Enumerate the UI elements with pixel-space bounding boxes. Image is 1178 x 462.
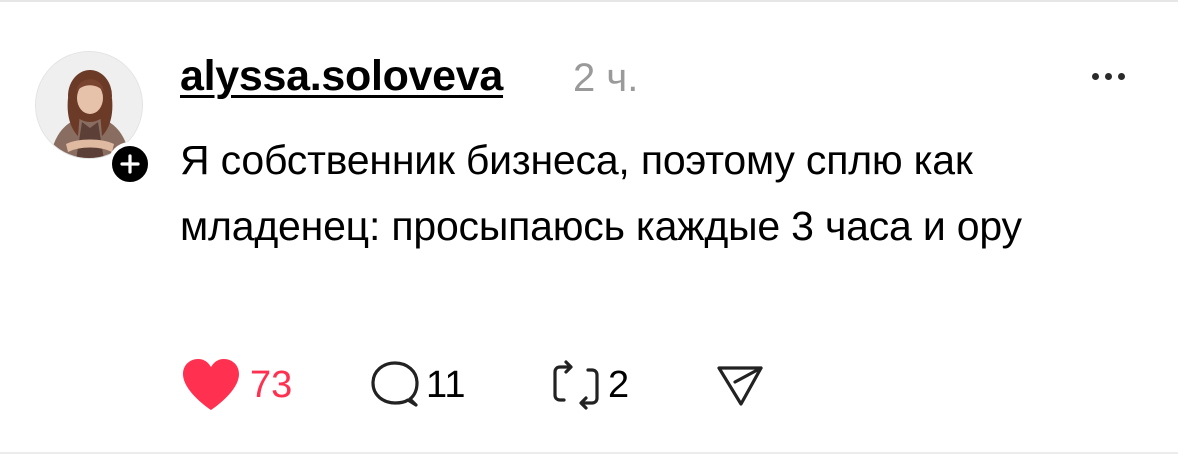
follow-button[interactable] bbox=[108, 142, 152, 186]
username-link[interactable]: alyssa.soloveva bbox=[180, 48, 503, 104]
more-options-button[interactable] bbox=[1083, 64, 1133, 88]
like-count: 73 bbox=[250, 364, 293, 406]
plus-icon bbox=[120, 154, 140, 174]
ellipsis-dot bbox=[1104, 72, 1112, 80]
heart-icon bbox=[183, 359, 239, 410]
comment-button[interactable]: 11 bbox=[370, 355, 465, 415]
avatar-container[interactable] bbox=[35, 51, 152, 186]
comment-bubble-icon bbox=[371, 361, 419, 407]
bottom-divider bbox=[0, 452, 1178, 454]
repost-button[interactable]: 2 bbox=[550, 355, 629, 415]
post-timestamp: 2 ч. bbox=[573, 56, 639, 100]
share-button[interactable] bbox=[715, 355, 765, 415]
comment-count: 11 bbox=[426, 364, 466, 406]
top-divider bbox=[0, 0, 1178, 2]
post-text: Я собственник бизнеса, поэтому сплю как … bbox=[180, 137, 1022, 249]
like-button[interactable]: 73 bbox=[180, 355, 292, 415]
ellipsis-dot bbox=[1117, 72, 1125, 80]
send-icon bbox=[717, 366, 763, 406]
repost-count: 2 bbox=[608, 364, 630, 406]
ellipsis-icon bbox=[1091, 72, 1099, 80]
repost-icon bbox=[553, 360, 599, 410]
